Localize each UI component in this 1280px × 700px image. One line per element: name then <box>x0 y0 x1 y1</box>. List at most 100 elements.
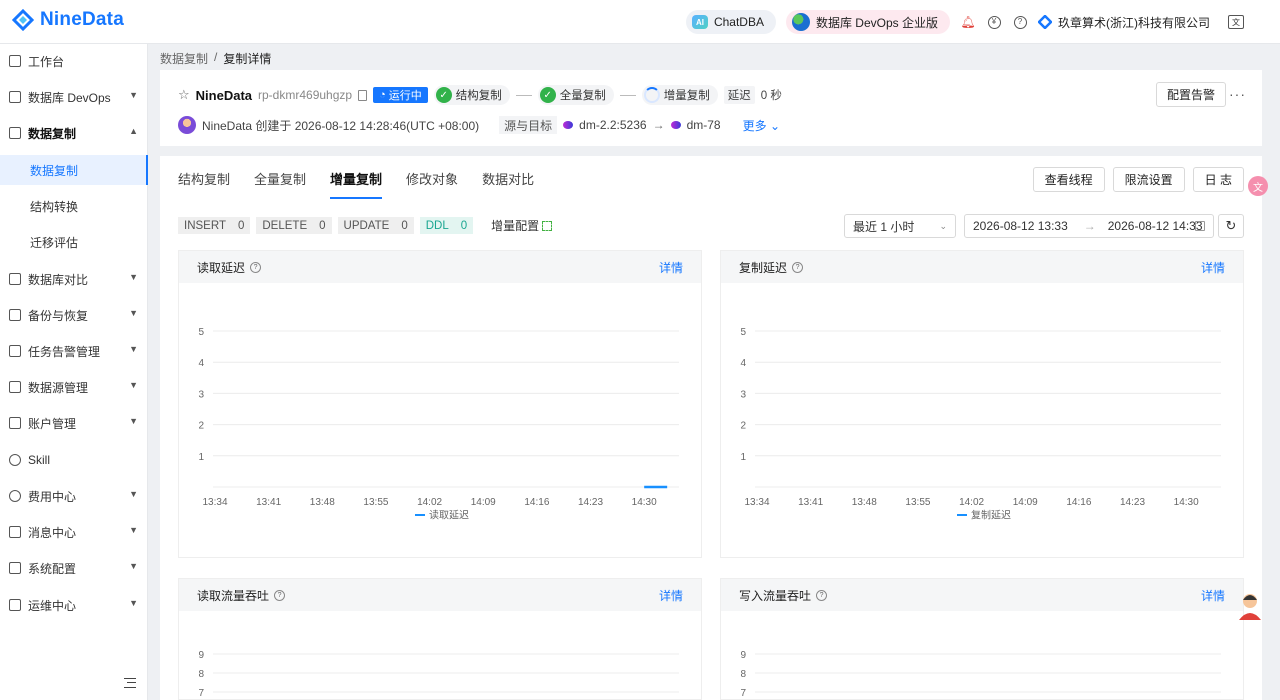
help-icon[interactable]: ? <box>792 261 804 273</box>
dameng-db-icon <box>563 121 574 129</box>
sidebar-item-messages[interactable]: 消息中心 ▼ <box>0 516 148 548</box>
tab-full-replication[interactable]: 全量复制 <box>254 170 306 202</box>
translate-float-icon[interactable]: 文 <box>1248 176 1268 196</box>
customer-service-icon[interactable] <box>1236 590 1264 622</box>
sidebar-item-account[interactable]: 账户管理 ▼ <box>0 407 148 439</box>
ddl-counter: DDL 0 <box>419 217 474 234</box>
help-icon[interactable]: ? <box>250 261 262 273</box>
view-threads-button[interactable]: 查看线程 <box>1032 167 1105 192</box>
breadcrumb-current: 复制详情 <box>223 52 272 66</box>
y-tick-label: 2 <box>740 421 746 432</box>
yen-circle-icon[interactable]: ¥ <box>986 14 1002 30</box>
chevron-down-icon: ▼ <box>129 416 138 426</box>
sidebar-item-skill[interactable]: Skill <box>0 444 148 476</box>
time-range-value: 最近 1 小时 <box>853 219 915 234</box>
star-icon[interactable]: ☆ <box>178 87 190 103</box>
help-icon[interactable]: ? <box>274 589 286 601</box>
y-tick-label: 2 <box>198 421 204 432</box>
counter-key: UPDATE <box>343 219 390 232</box>
chart-detail-link[interactable]: 详情 <box>1201 587 1225 604</box>
copy-icon[interactable] <box>358 89 368 101</box>
devops-edition-button[interactable]: 数据库 DevOps 企业版 <box>785 10 950 34</box>
help-icon[interactable]: ? <box>1012 14 1028 30</box>
sidebar-item-workbench[interactable]: 工作台 <box>0 45 148 77</box>
sidebar-item-label: 数据复制 <box>28 126 77 141</box>
logs-button[interactable]: 日 志 <box>1192 167 1244 192</box>
collapse-sidebar-icon[interactable] <box>124 678 136 688</box>
tab-incremental-replication[interactable]: 增量复制 <box>330 170 383 202</box>
chart-detail-link[interactable]: 详情 <box>659 587 683 604</box>
counter-value: 0 <box>401 219 408 232</box>
more-link[interactable]: 更多 ⌄ <box>743 117 780 134</box>
incremental-config-link[interactable]: 增量配置 <box>491 217 553 234</box>
time-range-select[interactable]: 最近 1 小时 ⌄ <box>844 214 956 238</box>
account-icon <box>9 417 21 429</box>
tab-bar: 结构复制 全量复制 增量复制 修改对象 数据对比 <box>178 170 534 202</box>
sidebar-item-label: 运维中心 <box>28 598 77 613</box>
sidebar-sub-migration-assess[interactable]: 迁移评估 <box>0 227 148 257</box>
counter-key: INSERT <box>184 219 226 232</box>
chevron-down-icon: ▼ <box>129 90 138 100</box>
chatdba-button[interactable]: AI ChatDBA <box>685 10 776 34</box>
sidebar-item-replication[interactable]: 数据复制 ▲ <box>0 117 148 149</box>
bell-icon[interactable]: 🔔︎ <box>960 14 976 30</box>
chart-detail-link[interactable]: 详情 <box>1201 259 1225 276</box>
sidebar-sub-schema-convert[interactable]: 结构转换 <box>0 191 148 221</box>
sidebar-sub-replication[interactable]: 数据复制 <box>0 155 148 185</box>
refresh-button[interactable]: ↻ <box>1218 214 1244 238</box>
org-switcher[interactable]: 玖章算术(浙江)科技有限公司 <box>1038 14 1210 31</box>
range-arrow: → <box>1083 219 1096 233</box>
range-start: 2026-08-12 13:33 <box>973 219 1068 233</box>
sidebar-item-billing[interactable]: 费用中心 ▼ <box>0 480 148 512</box>
detail-card: 结构复制 全量复制 增量复制 修改对象 数据对比 查看线程 限流设置 日 志 I… <box>160 156 1262 700</box>
more-actions-icon[interactable]: ··· <box>1229 86 1246 102</box>
check-circle-icon: ✓ <box>435 87 452 103</box>
chevron-up-icon: ▲ <box>129 126 138 136</box>
breadcrumb-separator: / <box>214 50 218 64</box>
loading-icon: ◔ <box>379 89 386 101</box>
home-icon <box>9 55 21 67</box>
breadcrumb-root[interactable]: 数据复制 <box>160 50 208 67</box>
chevron-down-icon: ⌄ <box>939 221 947 231</box>
sidebar-item-alarm[interactable]: 任务告警管理 ▼ <box>0 335 148 367</box>
sidebar-item-backup[interactable]: 备份与恢复 ▼ <box>0 299 148 331</box>
target-datasource[interactable]: dm-78 <box>687 118 721 132</box>
tab-modify-objects[interactable]: 修改对象 <box>406 170 458 202</box>
sidebar-item-ops[interactable]: 运维中心 ▼ <box>0 589 148 621</box>
chart-title: 写入流量吞吐 <box>739 588 812 603</box>
tab-schema-replication[interactable]: 结构复制 <box>178 170 230 202</box>
stage-incremental[interactable]: 增量复制 <box>641 85 718 105</box>
logo[interactable]: NineData <box>12 9 124 31</box>
skill-icon <box>9 454 21 466</box>
counter-key: DELETE <box>262 219 308 232</box>
task-name: NineData <box>195 87 253 103</box>
read-latency-chart: 读取延迟? 详情 1 2 3 4 5 13:34 13:41 13:48 13:55 14:02 14… <box>178 250 702 558</box>
x-tick-label: 13:34 <box>744 497 769 508</box>
chart-title: 复制延迟 <box>739 260 788 275</box>
x-tick-label: 14:02 <box>959 497 984 508</box>
sidebar-item-label: 系统配置 <box>28 561 77 576</box>
legend-label: 复制延迟 <box>971 509 1011 522</box>
x-tick-label: 14:16 <box>524 497 549 508</box>
source-datasource[interactable]: dm-2.2:5236 <box>579 118 646 132</box>
rate-limit-button[interactable]: 限流设置 <box>1112 167 1185 192</box>
chart-detail-link[interactable]: 详情 <box>659 259 683 276</box>
globe-icon <box>791 13 810 31</box>
sidebar-item-devops[interactable]: 数据库 DevOps ▼ <box>0 81 148 113</box>
help-icon[interactable]: ? <box>816 589 828 601</box>
sidebar-item-db-compare[interactable]: 数据库对比 ▼ <box>0 263 148 295</box>
configure-alarm-button[interactable]: 配置告警 <box>1155 82 1226 107</box>
stage-full[interactable]: ✓ 全量复制 <box>537 85 614 105</box>
date-range-picker[interactable]: 2026-08-12 13:33 → 2026-08-12 14:33 <box>964 214 1214 238</box>
sidebar-item-datasource[interactable]: 数据源管理 ▼ <box>0 371 148 403</box>
sidebar-item-label: 数据源管理 <box>28 380 89 395</box>
counter-value: 0 <box>319 219 326 232</box>
chart-plot: 1 2 3 4 5 13:34 13:41 13:48 13:55 14:02 14:09 14:16… <box>198 327 679 522</box>
tab-data-compare[interactable]: 数据对比 <box>482 170 534 202</box>
sidebar-item-system-config[interactable]: 系统配置 ▼ <box>0 552 148 584</box>
y-tick-label: 1 <box>740 452 746 463</box>
refresh-icon: ↻ <box>1225 218 1237 233</box>
stage-schema[interactable]: ✓ 结构复制 <box>433 85 510 105</box>
y-tick-label: 3 <box>198 389 204 400</box>
language-icon[interactable]: 文 <box>1228 15 1244 29</box>
